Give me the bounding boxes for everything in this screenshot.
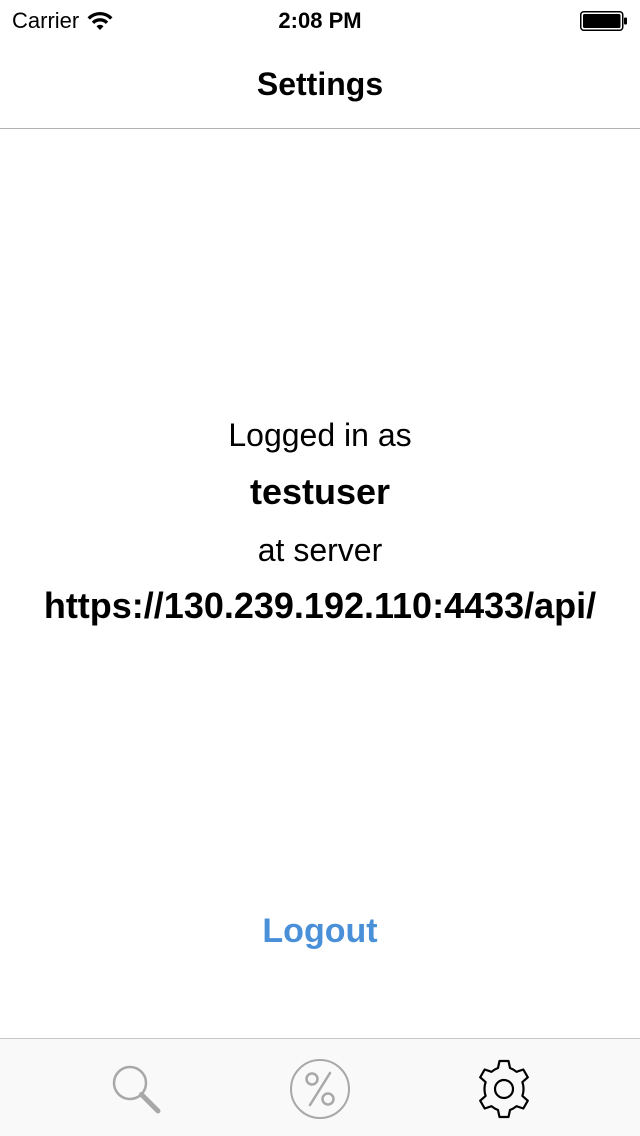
tab-settings[interactable] bbox=[469, 1057, 539, 1121]
status-bar: Carrier 2:08 PM bbox=[0, 0, 640, 40]
status-time: 2:08 PM bbox=[278, 8, 362, 33]
tab-bar bbox=[0, 1038, 640, 1136]
logout-button[interactable]: Logout bbox=[220, 908, 420, 954]
navigation-bar: Settings bbox=[0, 40, 640, 129]
logged-in-label: Logged in as bbox=[228, 417, 412, 453]
search-icon bbox=[112, 1065, 161, 1114]
username-value: testuser bbox=[249, 471, 391, 512]
battery-icon bbox=[580, 11, 627, 31]
at-server-label: at server bbox=[257, 532, 383, 568]
gear-icon bbox=[479, 1059, 529, 1119]
tab-percent[interactable] bbox=[285, 1057, 355, 1121]
page-title: Settings bbox=[256, 66, 384, 102]
account-info-panel: Logged in as testuser at server https://… bbox=[0, 129, 640, 1039]
tab-search[interactable] bbox=[101, 1057, 171, 1121]
settings-screen: Carrier 2:08 PM Settings Logged in as te… bbox=[0, 0, 640, 1136]
server-url-value: https://130.239.192.110:4433/api/ bbox=[43, 585, 597, 626]
percent-icon bbox=[290, 1059, 350, 1119]
